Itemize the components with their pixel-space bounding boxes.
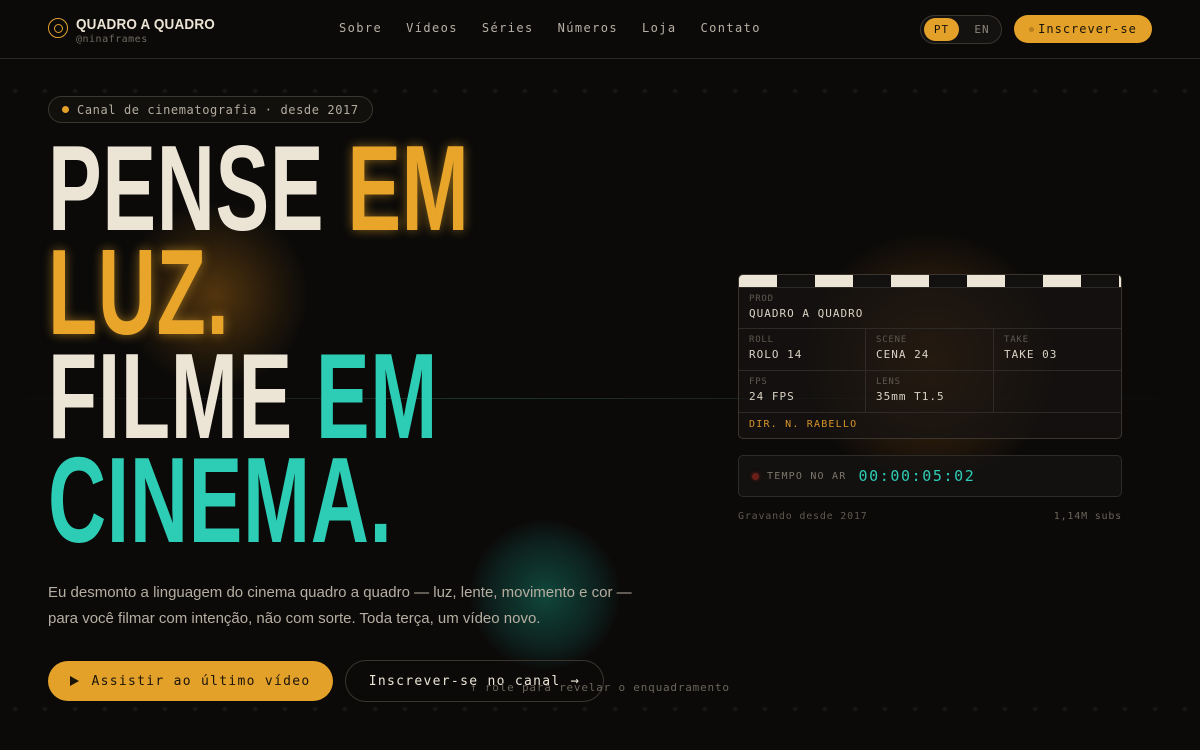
header-subscribe-label: Inscrever-se xyxy=(1038,22,1137,36)
brand-handle: @ninaframes xyxy=(76,34,148,45)
recording-since: Gravando desde 2017 xyxy=(738,511,868,522)
channel-pill: Canal de cinematografia · desde 2017 xyxy=(48,96,373,123)
clapper-director: DIR. N. RABELLO xyxy=(749,419,858,430)
language-option-en[interactable]: EN xyxy=(965,18,999,41)
clapper-fps-label: FPS xyxy=(749,377,768,387)
nav-item-contato[interactable]: Contato xyxy=(701,21,761,35)
aperture-icon xyxy=(48,18,68,38)
brand-name: QUADRO A QUADRO xyxy=(76,16,215,33)
clapper-fps-value: 24 FPS xyxy=(749,390,795,403)
clapper-take-value: TAKE 03 xyxy=(1004,348,1058,361)
film-sprocket-row-bottom xyxy=(0,704,1200,714)
clapper-lens: LENS 35mm T1.5 xyxy=(866,371,994,412)
clapper-roll-value: ROLO 14 xyxy=(749,348,803,361)
clapper-scene-value: CENA 24 xyxy=(876,348,930,361)
header-subscribe-button[interactable]: Inscrever-se xyxy=(1014,15,1152,43)
clapper-row-2: FPS 24 FPS LENS 35mm T1.5 xyxy=(739,371,1121,413)
clapper-fps: FPS 24 FPS xyxy=(739,371,866,412)
dot-icon xyxy=(1029,26,1035,32)
nav-item-numeros[interactable]: Números xyxy=(558,21,618,35)
headline-word: EM xyxy=(347,120,470,256)
film-sprocket-row-top xyxy=(0,86,1200,96)
language-toggle: PT EN xyxy=(920,15,1002,44)
clapper-prod: PROD QUADRO A QUADRO xyxy=(739,288,1121,329)
clapper-roll-label: ROLL xyxy=(749,335,774,345)
clapperboard-card: PROD QUADRO A QUADRO ROLL ROLO 14 SCENE … xyxy=(738,274,1122,439)
clapper-row-1: ROLL ROLO 14 SCENE CENA 24 TAKE TAKE 03 xyxy=(739,329,1121,371)
clapper-lens-value: 35mm T1.5 xyxy=(876,390,945,403)
clapper-stripes xyxy=(739,275,1121,288)
clapper-empty-cell xyxy=(994,371,1121,412)
scroll-hint: ↑ role para revelar o enquadramento xyxy=(470,681,730,694)
clapper-scene-label: SCENE xyxy=(876,335,908,345)
main-nav: Sobre Vídeos Séries Números Loja Contato xyxy=(339,21,761,35)
language-option-pt[interactable]: PT xyxy=(924,18,959,41)
headline-word: CINEMA. xyxy=(48,432,393,568)
clapper-roll: ROLL ROLO 14 xyxy=(739,329,866,370)
record-dot-icon xyxy=(752,472,759,480)
brand-logo[interactable]: QUADRO A QUADRO @ninaframes xyxy=(48,16,230,45)
channel-pill-text: Canal de cinematografia · desde 2017 xyxy=(77,102,359,117)
on-air-timer: TEMPO NO AR 00:00:05:02 xyxy=(738,455,1122,497)
watch-latest-video-label: Assistir ao último vídeo xyxy=(91,673,311,689)
subscriber-count: 1,14M subs xyxy=(1053,511,1122,522)
watch-latest-video-button[interactable]: Assistir ao último vídeo xyxy=(48,661,333,701)
play-icon xyxy=(70,676,80,686)
nav-item-series[interactable]: Séries xyxy=(482,21,534,35)
clapper-prod-value: QUADRO A QUADRO xyxy=(749,307,864,320)
nav-item-sobre[interactable]: Sobre xyxy=(339,21,382,35)
clapper-lens-label: LENS xyxy=(876,377,901,387)
on-air-label: TEMPO NO AR xyxy=(767,470,847,482)
nav-item-videos[interactable]: Vídeos xyxy=(406,21,458,35)
clapper-prod-label: PROD xyxy=(749,294,774,304)
site-header: QUADRO A QUADRO @ninaframes Sobre Vídeos… xyxy=(0,0,1200,59)
nav-item-loja[interactable]: Loja xyxy=(642,21,677,35)
dot-icon xyxy=(62,106,69,113)
hero-description: Eu desmonto a linguagem do cinema quadro… xyxy=(48,584,632,627)
clapper-take: TAKE TAKE 03 xyxy=(994,329,1121,370)
hero-headline: PENSE EM LUZ. FILME EM CINEMA. xyxy=(48,127,469,561)
on-air-time: 00:00:05:02 xyxy=(858,467,976,485)
clapper-take-label: TAKE xyxy=(1004,335,1029,345)
clapper-scene: SCENE CENA 24 xyxy=(866,329,994,370)
